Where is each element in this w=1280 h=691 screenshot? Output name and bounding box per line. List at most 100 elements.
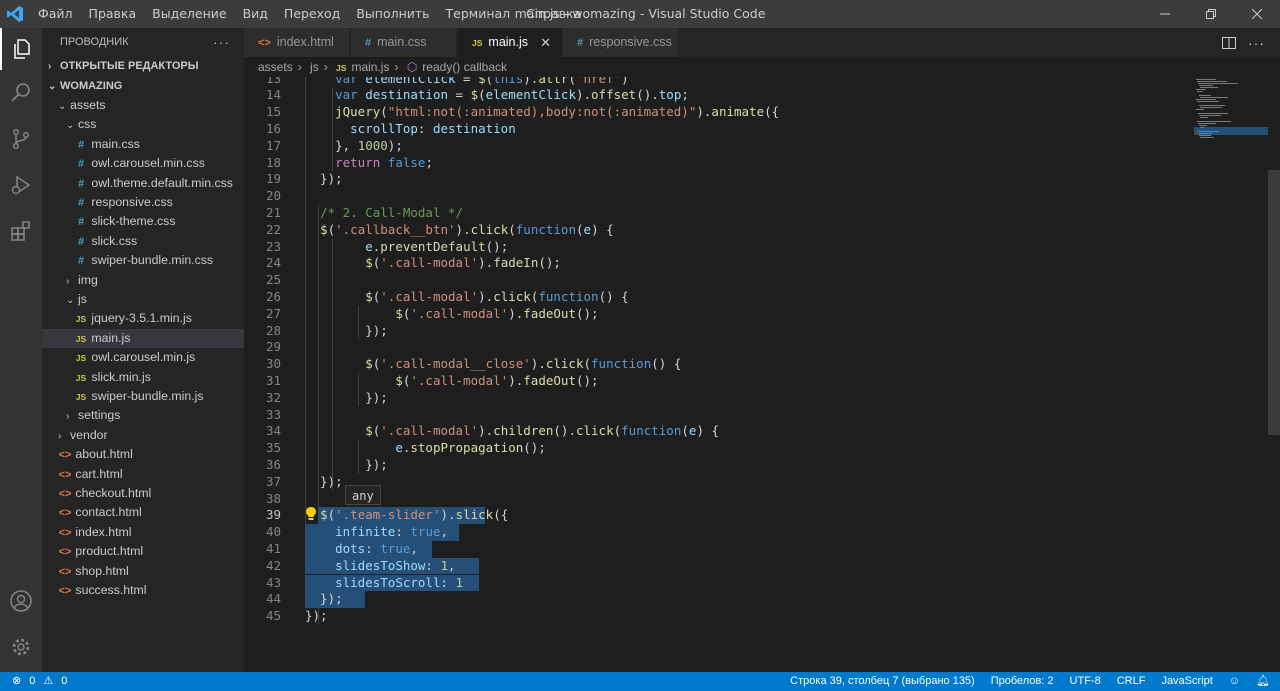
folder-item[interactable]: › vendor (42, 426, 244, 445)
menu-item[interactable]: Справка (518, 0, 589, 28)
extensions-icon[interactable] (0, 210, 42, 252)
project-section[interactable]: ⌄ WOMAZING (42, 76, 244, 96)
notifications-bell-icon[interactable]: 🔔︎ (1256, 672, 1270, 691)
code-editor[interactable]: 13 var elementClick = $(this).attr('href… (244, 77, 1268, 672)
file-item[interactable]: <> product.html (42, 542, 244, 561)
minimap-line (1196, 89, 1206, 90)
code-line: }); (305, 171, 343, 187)
warning-icon: ⚠ (43, 675, 54, 687)
window-controls (1142, 0, 1280, 28)
folder-item[interactable]: › img (42, 271, 244, 290)
close-tab-icon[interactable]: ✕ (540, 28, 551, 57)
file-item[interactable]: JS main.js (42, 328, 244, 349)
split-editor-icon[interactable] (1222, 28, 1236, 57)
menu-item[interactable]: Вид (235, 0, 276, 28)
source-control-icon[interactable] (0, 118, 42, 160)
tab-index-html[interactable]: <> index.html (244, 28, 350, 57)
tree-item-label: index.html (75, 524, 132, 539)
restore-icon[interactable] (1188, 0, 1234, 28)
more-actions-icon[interactable]: ··· (213, 28, 230, 56)
vertical-scrollbar-thumb[interactable] (1268, 170, 1280, 435)
chevron-down-icon: ⌄ (66, 120, 75, 132)
line-number: 26 (265, 288, 281, 304)
breadcrumb-js[interactable]: js (310, 60, 319, 74)
file-item[interactable]: # main.css (42, 135, 244, 154)
folder-item[interactable]: ⌄ css (42, 115, 244, 134)
breadcrumb-file[interactable]: main.js (351, 60, 389, 74)
tree-item-label: swiper-bundle.min.js (91, 389, 204, 403)
line-number: 23 (265, 238, 281, 254)
line-number: 13 (265, 77, 281, 86)
encoding[interactable]: UTF-8 (1070, 672, 1101, 691)
problems-indicator[interactable]: ⊗ 0 ⚠ 0 (12, 672, 67, 691)
minimap-line (1197, 131, 1219, 132)
file-item[interactable]: # owl.theme.default.min.css (42, 174, 244, 193)
indentation[interactable]: Пробелов: 2 (991, 672, 1054, 691)
settings-gear-icon[interactable] (0, 626, 42, 668)
minimap-line (1198, 123, 1216, 124)
menu-item[interactable]: Файл (30, 0, 81, 28)
menu-item[interactable]: Выполнить (348, 0, 437, 28)
tree-item-label: jquery-3.5.1.min.js (91, 311, 192, 326)
tab-responsive-css[interactable]: # responsive.css (563, 28, 679, 57)
code-line: slidesToShow: 1, (335, 557, 456, 573)
minimap[interactable] (1190, 77, 1268, 672)
line-number: 30 (265, 356, 281, 372)
file-item[interactable]: <> shop.html (42, 562, 244, 581)
css-file-icon: # (365, 37, 372, 49)
minimize-icon[interactable] (1142, 0, 1188, 28)
file-item[interactable]: # swiper-bundle.min.css (42, 251, 244, 270)
line-number: 38 (265, 490, 281, 506)
folder-item[interactable]: › settings (42, 406, 244, 425)
file-item[interactable]: <> success.html (42, 581, 244, 600)
file-item[interactable]: # owl.carousel.min.css (42, 154, 244, 173)
run-debug-icon[interactable] (0, 164, 42, 206)
menu-item[interactable]: Правка (81, 0, 145, 28)
line-number: 31 (265, 372, 281, 388)
file-item[interactable]: <> checkout.html (42, 484, 244, 503)
breadcrumb-symbol[interactable]: ready() callback (422, 60, 507, 74)
folder-item[interactable]: ⌄ assets (42, 96, 244, 115)
code-line: $('.call-modal__close').click(function()… (365, 356, 682, 372)
tab-label: main.css (377, 35, 427, 49)
file-item[interactable]: <> cart.html (42, 465, 244, 484)
open-editors-section[interactable]: › ОТКРЫТЫЕ РЕДАКТОРЫ (42, 56, 244, 76)
explorer-icon[interactable] (0, 28, 42, 70)
file-item[interactable]: JS swiper-bundle.min.js (42, 387, 244, 406)
file-item[interactable]: # responsive.css (42, 193, 244, 212)
file-item[interactable]: <> index.html (42, 523, 244, 542)
feedback-icon[interactable]: ☺ (1229, 672, 1240, 691)
more-editor-actions-icon[interactable]: ··· (1248, 28, 1265, 57)
account-icon[interactable] (0, 580, 42, 622)
css-file-icon: # (77, 216, 85, 229)
minimap-line (1200, 117, 1208, 118)
file-item[interactable]: JS jquery-3.5.1.min.js (42, 309, 244, 328)
folder-item[interactable]: ⌄ js (42, 290, 244, 309)
chevron-right-icon: › (66, 411, 70, 423)
file-item[interactable]: JS owl.carousel.min.js (42, 348, 244, 367)
file-item[interactable]: <> about.html (42, 445, 244, 464)
line-number: 36 (265, 456, 281, 472)
line-number: 35 (265, 440, 281, 456)
lightbulb-icon[interactable] (304, 506, 318, 522)
tab-main-js[interactable]: JS main.js ✕ (458, 28, 562, 57)
vscode-logo-icon (7, 6, 23, 22)
language-mode[interactable]: JavaScript (1161, 672, 1212, 691)
line-ending[interactable]: CRLF (1117, 672, 1146, 691)
file-item[interactable]: JS slick.min.js (42, 368, 244, 387)
tab-main-css[interactable]: # main.css (351, 28, 457, 57)
cursor-position[interactable]: Строка 39, столбец 7 (выбрано 135) (790, 672, 975, 691)
code-line: dots: true, (335, 540, 418, 556)
html-file-icon: <> (58, 488, 72, 500)
file-item[interactable]: # slick.css (42, 232, 244, 251)
search-icon[interactable] (0, 72, 42, 114)
menu-item[interactable]: Выделение (144, 0, 234, 28)
line-number: 18 (265, 154, 281, 170)
close-window-icon[interactable] (1234, 0, 1280, 28)
menu-item[interactable]: Переход (276, 0, 348, 28)
breadcrumb-assets[interactable]: assets (258, 60, 293, 74)
file-item[interactable]: <> contact.html (42, 503, 244, 522)
menu-item[interactable]: Терминал (438, 0, 519, 28)
project-label: WOMAZING (60, 80, 123, 92)
file-item[interactable]: # slick-theme.css (42, 212, 244, 231)
